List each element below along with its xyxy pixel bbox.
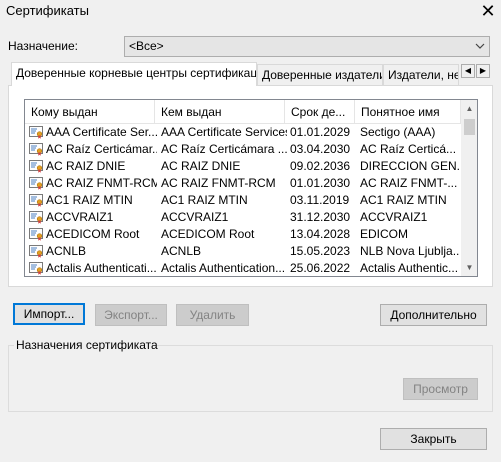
cell-issued-to: AC RAIZ FNMT-RCM	[29, 175, 157, 192]
list-rows: AAA Certificate Ser... AAA Certificate Se…	[25, 124, 461, 276]
cell-issued-by: ACEDICOM Root	[161, 227, 255, 241]
table-row[interactable]: ACEDICOM Root ACEDICOM Root 13.04.2028 EDIC…	[25, 226, 461, 243]
tab-untrusted-publishers[interactable]: Издатели, не	[383, 64, 459, 85]
cell-issued-to: ACNLB	[29, 243, 157, 260]
cell-friendly-name: AC Raíz Certicá...	[360, 142, 457, 156]
certificate-icon	[29, 245, 43, 258]
tab-scroll-left-button[interactable]: ◀	[461, 64, 475, 78]
cell-friendly-name: AC RAIZ FNMT-...	[360, 176, 458, 190]
cell-issued-by: AAA Certificate Services	[161, 125, 287, 139]
cell-expiration: 13.04.2028	[290, 227, 351, 241]
purpose-select-value: <Все>	[129, 39, 164, 53]
cell-expiration: 31.12.2030	[290, 210, 351, 224]
tab-trusted-publishers[interactable]: Доверенные издатели	[257, 64, 383, 85]
table-row[interactable]: AC Raíz Certicámar... AC Raíz Certicámara…	[25, 141, 461, 158]
cell-issued-by: AC1 RAIZ MTIN	[161, 193, 248, 207]
purpose-select[interactable]: <Все>	[124, 36, 490, 57]
cell-friendly-name: DIRECCION GEN...	[360, 159, 460, 173]
window-title: Сертификаты	[6, 3, 89, 18]
cell-issued-by: AC RAIZ DNIE	[161, 159, 241, 173]
table-row[interactable]: AAA Certificate Ser... AAA Certificate Se…	[25, 124, 461, 141]
cell-issued-by: AC Raíz Certicámara ...	[161, 142, 287, 156]
table-row[interactable]: ACNLB ACNLB 15.05.2023 NLB Nova Ljubljа...	[25, 243, 461, 260]
chevron-right-icon: ▶	[479, 66, 487, 75]
cell-friendly-name: NLB Nova Ljubljа...	[360, 244, 460, 258]
table-row[interactable]: AC RAIZ DNIE AC RAIZ DNIE 09.02.2036 DIRECC…	[25, 158, 461, 175]
tab-trusted-root-ca[interactable]: Доверенные корневые центры сертификации	[11, 62, 257, 86]
cell-issued-to: AC RAIZ DNIE	[29, 158, 157, 175]
table-row[interactable]: AC1 RAIZ MTIN AC1 RAIZ MTIN 03.11.2019 AC1 …	[25, 192, 461, 209]
scroll-up-icon[interactable]: ▲	[461, 100, 477, 117]
cell-issued-to: AC1 RAIZ MTIN	[29, 192, 157, 209]
cell-issued-by: ACCVRAIZ1	[161, 210, 229, 224]
cell-issued-to: AC Raíz Certicámar...	[29, 141, 157, 158]
certificate-icon	[29, 177, 43, 190]
tab-scroll-right-button[interactable]: ▶	[476, 64, 490, 78]
cell-expiration: 01.01.2030	[290, 176, 351, 190]
certificate-icon	[29, 228, 43, 241]
chevron-left-icon: ◀	[464, 66, 472, 75]
import-button[interactable]: Импорт...	[13, 303, 85, 325]
certificate-icon	[29, 160, 43, 173]
tab-label: Доверенные издатели	[262, 68, 383, 82]
cell-expiration: 09.02.2036	[290, 159, 351, 173]
cell-issued-to: Actalis Authenticati...	[29, 260, 157, 276]
certificate-icon	[29, 211, 43, 224]
delete-button[interactable]: Удалить	[176, 304, 249, 326]
cell-friendly-name: Sectigo (AAA)	[360, 125, 436, 139]
cell-expiration: 03.04.2030	[290, 142, 351, 156]
scroll-down-icon[interactable]: ▼	[461, 259, 477, 276]
cell-expiration: 01.01.2029	[290, 125, 351, 139]
certificate-icon	[29, 194, 43, 207]
chevron-down-icon	[475, 37, 485, 63]
cell-expiration: 03.11.2019	[290, 193, 350, 207]
view-button[interactable]: Просмотр	[403, 378, 478, 400]
certificate-icon	[29, 143, 43, 156]
close-button[interactable]: Закрыть	[380, 428, 487, 450]
scrollbar-thumb[interactable]	[464, 119, 475, 135]
column-header-issued-by[interactable]: Кем выдан	[155, 100, 285, 124]
cell-issued-by: AC RAIZ FNMT-RCM	[161, 176, 276, 190]
purpose-label: Назначение:	[8, 39, 79, 53]
cell-friendly-name: AC1 RAIZ MTIN	[360, 193, 447, 207]
certificate-purposes-label: Назначения сертификата	[16, 338, 158, 352]
export-button[interactable]: Экспорт...	[95, 304, 167, 326]
table-row[interactable]: ACCVRAIZ1 ACCVRAIZ1 31.12.2030 ACCVRAIZ1	[25, 209, 461, 226]
cell-issued-by: ACNLB	[161, 244, 202, 258]
certificate-list[interactable]: Кому выдан Кем выдан Срок де... Понятное…	[24, 99, 478, 277]
certificate-icon	[29, 262, 43, 275]
table-row[interactable]: Actalis Authenticati... Actalis Authentic…	[25, 260, 461, 276]
column-header-friendly-name[interactable]: Понятное имя	[355, 100, 461, 124]
close-window-icon[interactable]: ✕	[477, 0, 499, 22]
column-header-issued-to[interactable]: Кому выдан	[25, 100, 155, 124]
cell-expiration: 15.05.2023	[290, 244, 351, 258]
column-header-expiration[interactable]: Срок де...	[285, 100, 355, 124]
cell-issued-by: Actalis Authentication...	[161, 261, 286, 275]
certificate-icon	[29, 126, 43, 139]
cell-issued-to: AAA Certificate Ser...	[29, 124, 157, 141]
table-row[interactable]: AC RAIZ FNMT-RCM AC RAIZ FNMT-RCM 01.01.20…	[25, 175, 461, 192]
advanced-button[interactable]: Дополнительно	[380, 304, 487, 326]
cell-expiration: 25.06.2022	[290, 261, 351, 275]
cell-friendly-name: Actalis Authentic...	[360, 261, 459, 275]
cell-issued-to: ACEDICOM Root	[29, 226, 157, 243]
vertical-scrollbar[interactable]: ▲ ▼	[461, 100, 477, 276]
tab-label: Доверенные корневые центры сертификации	[16, 66, 257, 80]
cell-friendly-name: EDICOM	[360, 227, 408, 241]
cell-issued-to: ACCVRAIZ1	[29, 209, 157, 226]
list-header: Кому выдан Кем выдан Срок де... Понятное…	[25, 100, 461, 124]
cell-friendly-name: ACCVRAIZ1	[360, 210, 428, 224]
tab-label: Издатели, не	[388, 68, 459, 82]
